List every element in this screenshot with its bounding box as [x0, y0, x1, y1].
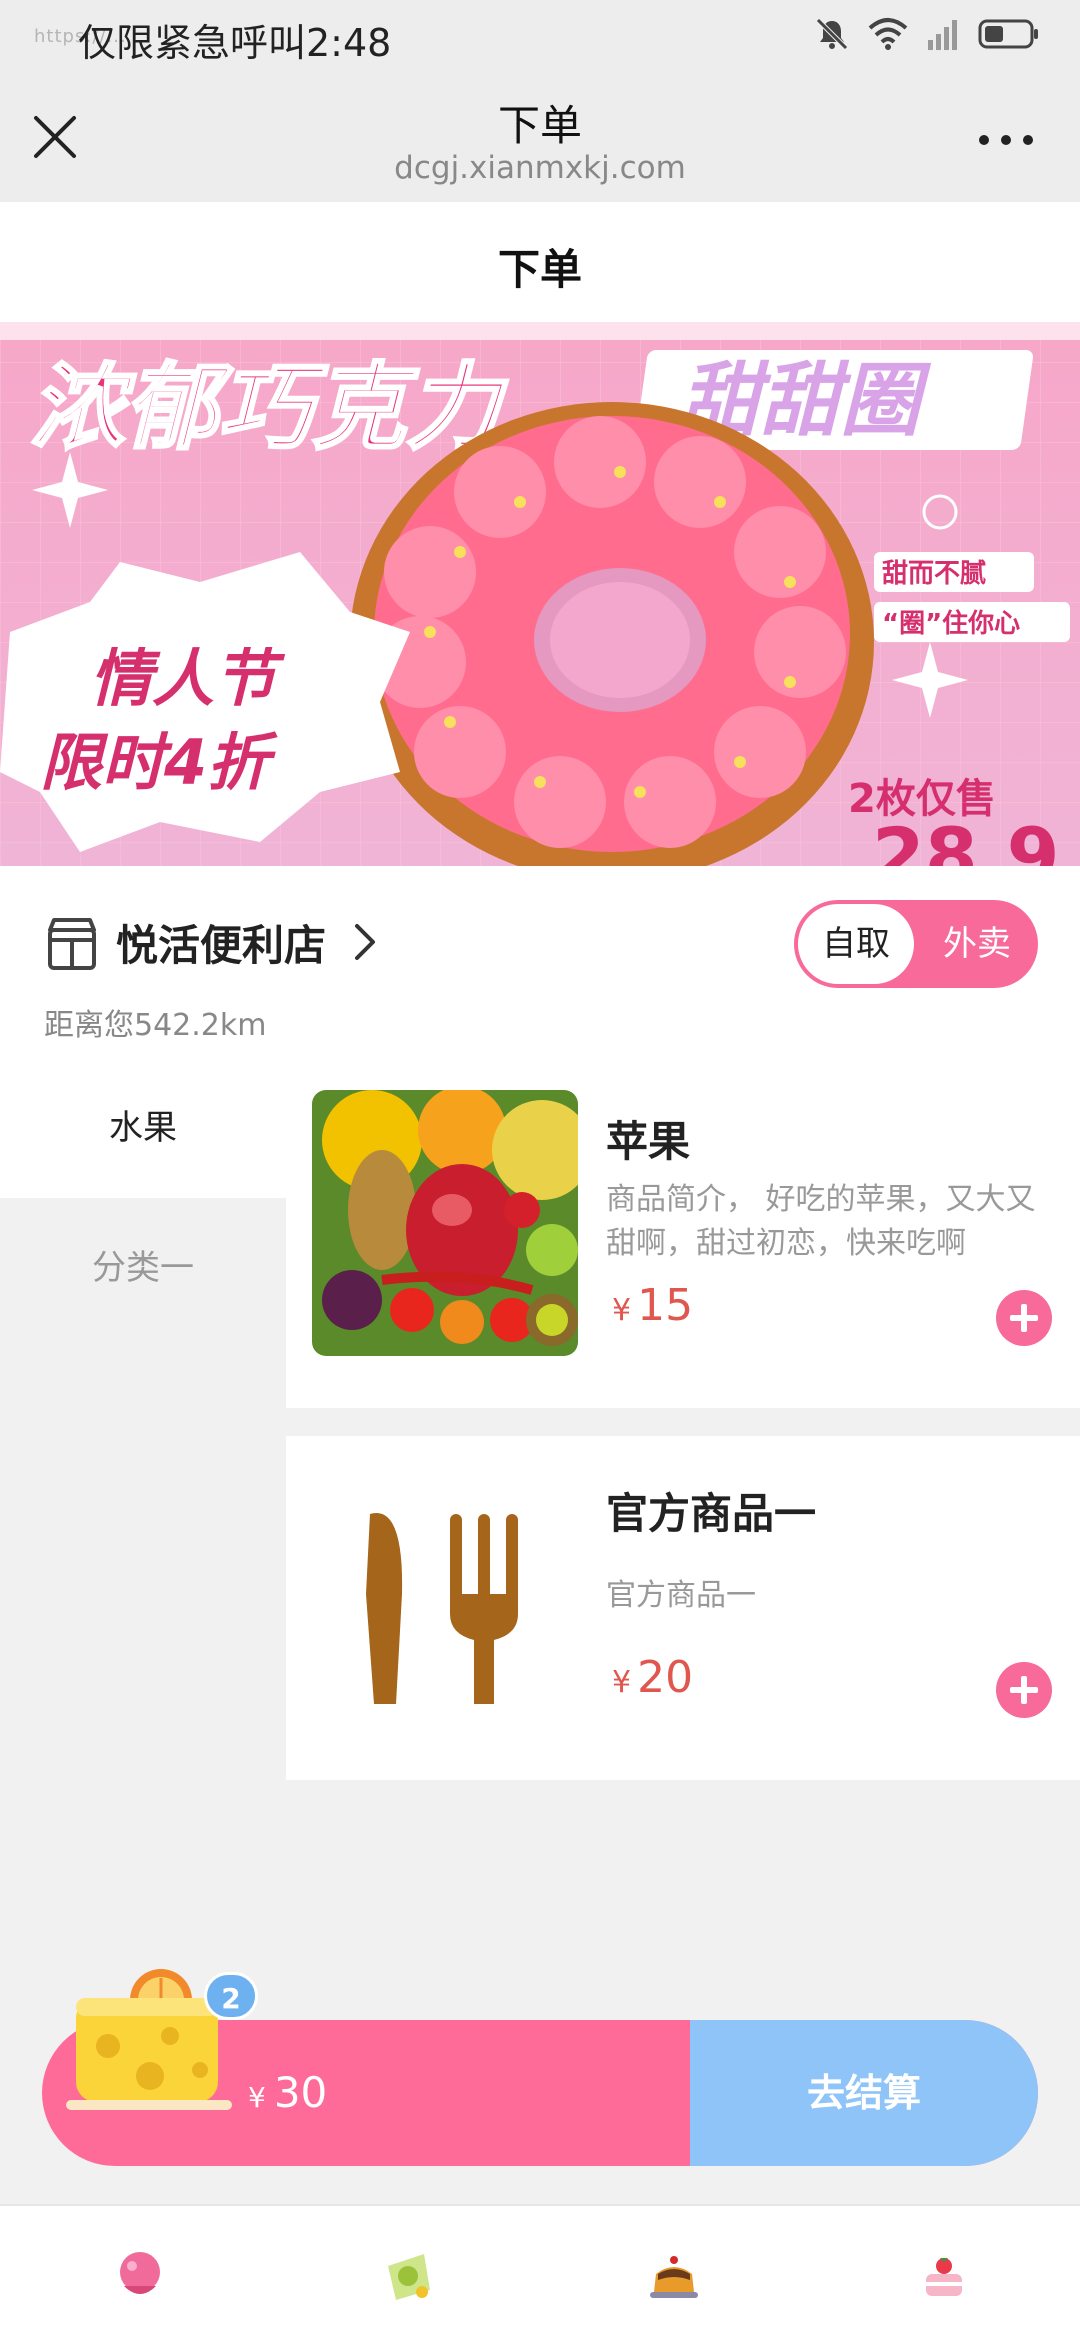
product-description: 商品简介， 好吃的苹果，又大又甜啊，甜过初恋，快来吃啊 [606, 1182, 1036, 1261]
banner-promo-line1: 情人节 [90, 642, 286, 715]
delivery-mode-toggle[interactable]: 自取 外卖 [794, 900, 1038, 988]
promo-banner[interactable]: 浓郁巧克力 甜甜圈 情人节 限时4折 甜而不腻 “圈”住你心 2枚仅售 28.9 [0, 322, 1080, 866]
cart-count-badge: 2 [204, 1972, 258, 2020]
nav-url: dcgj.xianmxkj.com [394, 150, 686, 186]
product-price: ¥15 [612, 1280, 693, 1331]
banner-side-line1: 甜而不腻 [882, 559, 986, 589]
product-name: 官方商品一 [606, 1489, 817, 1538]
page-title-bar: 下单 [0, 202, 1080, 322]
status-icons [814, 16, 1040, 52]
add-to-cart-button[interactable] [996, 1662, 1052, 1718]
battery-icon [978, 19, 1038, 49]
store-distance: 距离您542.2km [44, 1008, 267, 1043]
product-description: 官方商品一 [606, 1578, 756, 1613]
currency-symbol: ¥ [248, 2081, 266, 2114]
banner-side-line2: “圈”住你心 [882, 608, 1020, 639]
product-price: ¥20 [612, 1652, 693, 1703]
banner-image: 浓郁巧克力 甜甜圈 情人节 限时4折 甜而不腻 “圈”住你心 2枚仅售 28.9 [0, 322, 1080, 866]
mode-delivery-option[interactable]: 外卖 [920, 904, 1034, 984]
tab-bar [0, 2204, 1080, 2340]
store-icon [48, 918, 96, 970]
product-name: 苹果 [606, 1117, 691, 1166]
add-to-cart-button[interactable] [996, 1290, 1052, 1346]
currency-symbol: ¥ [612, 1293, 632, 1328]
pudding-icon[interactable] [644, 2246, 704, 2306]
cart-total: ¥30 [248, 2068, 327, 2117]
price-value: 20 [637, 1652, 694, 1703]
bell-off-icon [816, 18, 848, 50]
strawberry-cake-icon[interactable] [914, 2246, 974, 2306]
chevron-right-icon[interactable] [352, 922, 378, 962]
status-bar: https://... 仅限紧急呼叫2:48 [0, 0, 1080, 72]
green-cake-icon[interactable] [378, 2246, 438, 2306]
product-card[interactable]: 苹果 商品简介， 好吃的苹果，又大又甜啊，甜过初恋，快来吃啊 ¥15 [286, 1058, 1080, 1408]
page-title: 下单 [497, 245, 582, 294]
store-name[interactable]: 悦活便利店 [116, 912, 326, 973]
nav-title: 下单 [497, 101, 582, 150]
product-image[interactable] [312, 1464, 578, 1730]
currency-symbol: ¥ [612, 1665, 632, 1700]
more-icon[interactable] [976, 132, 1036, 148]
cart-total-value: 30 [273, 2068, 328, 2117]
price-value: 15 [637, 1280, 694, 1331]
category-item-fruit[interactable]: 水果 [0, 1058, 286, 1198]
banner-promo-line2: 限时4折 [40, 726, 278, 799]
wifi-icon [868, 18, 908, 50]
status-text: 仅限紧急呼叫2:48 [78, 21, 392, 65]
fruit-photo [312, 1090, 578, 1356]
knife-fork-icon [312, 1464, 578, 1730]
banner-headline: 浓郁巧克力 [30, 354, 508, 463]
pink-cake-icon[interactable] [110, 2246, 170, 2306]
signal-icon [928, 20, 957, 50]
store-section: 悦活便利店 距离您542.2km 自取 外卖 [0, 866, 1080, 1058]
mode-pickup-option[interactable]: 自取 [798, 904, 914, 984]
product-image[interactable] [312, 1090, 578, 1356]
banner-price-partial: 28.9 [872, 811, 1060, 866]
category-item-one[interactable]: 分类一 [0, 1198, 286, 1338]
checkout-button[interactable]: 去结算 [690, 2020, 1038, 2166]
nav-bar: 下单 dcgj.xianmxkj.com [0, 72, 1080, 202]
product-card[interactable]: 官方商品一 官方商品一 ¥20 [286, 1436, 1080, 1780]
